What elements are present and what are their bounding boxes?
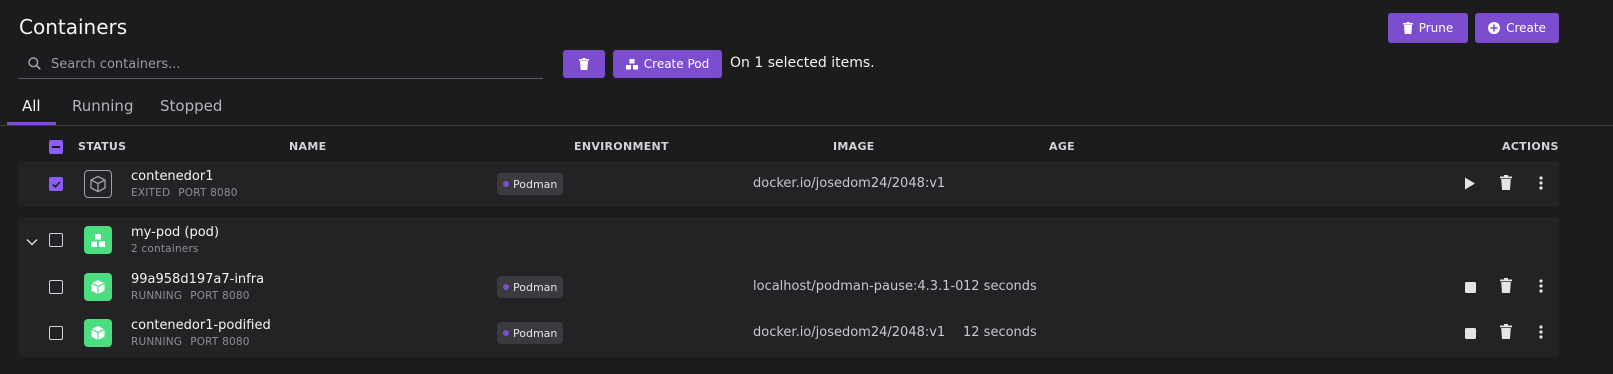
delete-button[interactable] <box>1498 277 1514 297</box>
pod-name[interactable]: my-pod (pod) <box>131 225 219 240</box>
row-checkbox[interactable] <box>49 233 63 247</box>
environment-badge: Podman <box>497 322 564 344</box>
more-vertical-icon <box>1539 278 1543 297</box>
page-title: Containers <box>19 15 128 39</box>
create-label: Create <box>1506 21 1546 35</box>
kebab-menu-button[interactable] <box>1535 175 1547 193</box>
container-state: RUNNING <box>131 290 183 302</box>
container-subtitle: RUNNING PORT 8080 <box>131 290 250 302</box>
header-status[interactable]: STATUS <box>78 140 126 153</box>
container-image: docker.io/josedom24/2048:v1 <box>753 325 946 340</box>
header-environment[interactable]: ENVIRONMENT <box>574 140 669 153</box>
pod-group: my-pod (pod) 2 containers 99a958d197a7-i… <box>18 217 1559 357</box>
trash-icon <box>1500 174 1512 194</box>
tab-all[interactable]: All <box>22 97 41 115</box>
plus-circle-icon <box>1488 22 1501 34</box>
play-icon <box>1464 175 1476 194</box>
row-checkbox[interactable] <box>49 177 63 191</box>
header-actions: ACTIONS <box>1502 140 1559 153</box>
container-image: docker.io/josedom24/2048:v1 <box>753 176 946 191</box>
chevron-down-icon <box>26 231 38 250</box>
header-image[interactable]: IMAGE <box>833 140 875 153</box>
container-port: PORT 8080 <box>190 290 250 302</box>
selection-count-text: On 1 selected items. <box>730 55 875 71</box>
delete-button[interactable] <box>1498 323 1514 343</box>
tab-running[interactable]: Running <box>72 97 133 115</box>
search-input[interactable] <box>51 56 531 72</box>
active-tab-indicator <box>7 122 56 125</box>
environment-badge: Podman <box>497 173 564 195</box>
expand-toggle[interactable] <box>25 233 39 247</box>
prune-button[interactable]: Prune <box>1388 13 1468 43</box>
container-state: RUNNING <box>131 336 183 348</box>
row-checkbox[interactable] <box>49 280 63 294</box>
pod-subtitle: 2 containers <box>131 243 199 255</box>
container-subtitle: EXITED PORT 8080 <box>131 187 238 199</box>
container-state: EXITED <box>131 187 171 199</box>
pod-icon <box>625 58 638 70</box>
create-button[interactable]: Create <box>1475 13 1559 43</box>
stop-icon <box>1464 324 1476 343</box>
trash-icon <box>579 58 589 70</box>
search-bar <box>19 50 543 79</box>
header-age[interactable]: AGE <box>1049 140 1075 153</box>
container-status-icon <box>84 319 112 347</box>
delete-button[interactable] <box>1498 174 1514 194</box>
container-row: contenedor1 EXITED PORT 8080 Podman docke… <box>18 161 1559 207</box>
start-button[interactable] <box>1462 175 1478 193</box>
tab-bar: All Running Stopped <box>0 94 1613 126</box>
row-checkbox[interactable] <box>49 326 63 340</box>
container-name[interactable]: contenedor1-podified <box>131 318 271 333</box>
stop-button[interactable] <box>1462 324 1478 342</box>
container-age: 12 seconds <box>963 325 1037 340</box>
create-pod-button[interactable]: Create Pod <box>613 50 722 78</box>
trash-icon <box>1402 22 1413 34</box>
more-vertical-icon <box>1539 175 1543 194</box>
container-status-icon <box>84 273 112 301</box>
select-all-checkbox[interactable] <box>49 140 63 154</box>
container-image: localhost/podman-pause:4.3.1-0 <box>753 279 964 294</box>
more-vertical-icon <box>1539 324 1543 343</box>
kebab-menu-button[interactable] <box>1535 278 1547 296</box>
environment-badge: Podman <box>497 276 564 298</box>
stop-icon <box>1464 278 1476 297</box>
header-name[interactable]: NAME <box>289 140 326 153</box>
kebab-menu-button[interactable] <box>1535 324 1547 342</box>
pod-status-icon <box>84 226 112 254</box>
bulk-delete-button[interactable] <box>563 50 605 78</box>
prune-label: Prune <box>1418 21 1454 35</box>
tab-stopped[interactable]: Stopped <box>160 97 222 115</box>
stop-button[interactable] <box>1462 278 1478 296</box>
create-pod-label: Create Pod <box>643 57 710 71</box>
trash-icon <box>1500 277 1512 297</box>
container-status-icon <box>84 170 112 198</box>
container-name[interactable]: contenedor1 <box>131 169 214 184</box>
container-name[interactable]: 99a958d197a7-infra <box>131 272 264 287</box>
container-port: PORT 8080 <box>190 336 250 348</box>
container-port: PORT 8080 <box>178 187 238 199</box>
trash-icon <box>1500 323 1512 343</box>
container-age: 12 seconds <box>963 279 1037 294</box>
search-icon <box>28 55 41 74</box>
container-subtitle: RUNNING PORT 8080 <box>131 336 250 348</box>
